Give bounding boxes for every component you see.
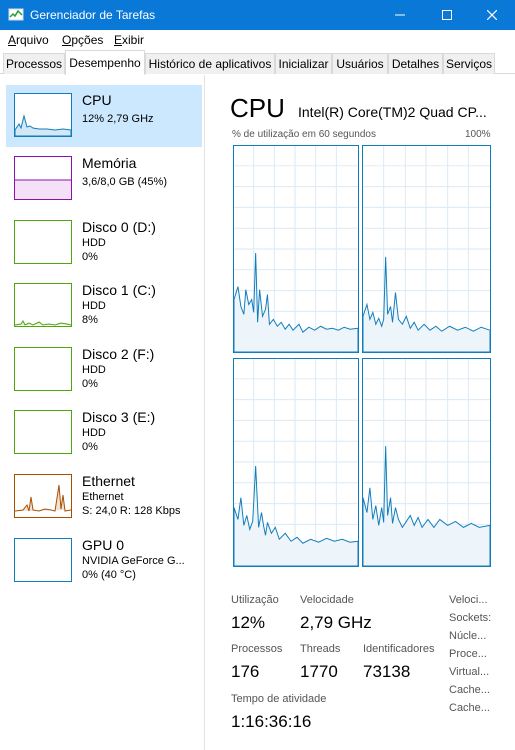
tab-historico[interactable]: Histórico de aplicativos xyxy=(145,53,275,74)
core2-chart xyxy=(363,146,490,352)
maximize-button[interactable] xyxy=(424,0,470,30)
processes-value: 176 xyxy=(231,662,260,681)
logical-processors-label: Proce... xyxy=(449,648,487,660)
sidebar-item-cpu[interactable]: CPU 12% 2,79 GHz xyxy=(6,85,202,147)
sidebar-item-gpu0[interactable]: GPU 0 NVIDIA GeForce G... 0% (40 °C) xyxy=(6,530,202,592)
cpu-thumbnail-graph xyxy=(14,93,72,137)
sidebar-ethernet-name: Ethernet xyxy=(82,473,135,489)
sidebar-disk2-name: Disco 2 (F:) xyxy=(82,346,155,362)
sidebar-gpu0-model: NVIDIA GeForce G... xyxy=(82,555,185,567)
speed-label: Velocidade xyxy=(300,594,354,606)
disk1-mini-chart xyxy=(14,320,72,326)
cpu-core-graph-3 xyxy=(233,358,359,567)
cpu-detail-panel: CPU Intel(R) Core(TM)2 Quad CP... % de u… xyxy=(206,75,515,750)
sidebar-item-disk3[interactable]: Disco 3 (E:) HDD 0% xyxy=(6,402,202,464)
sidebar-disk0-type: HDD xyxy=(82,237,106,249)
ethernet-mini-chart xyxy=(14,484,72,512)
virtualization-label: Virtual... xyxy=(449,666,490,678)
cpu-core-graph-2 xyxy=(362,145,491,353)
cpu-core-graph-4 xyxy=(362,358,491,567)
memory-thumbnail-graph xyxy=(14,156,72,200)
minimize-icon xyxy=(395,14,405,16)
disk2-thumbnail-graph xyxy=(14,347,72,391)
tab-detalhes[interactable]: Detalhes xyxy=(388,53,443,74)
maximize-icon xyxy=(442,10,452,20)
minimize-button[interactable] xyxy=(377,0,423,30)
sidebar-gpu0-usage: 0% (40 °C) xyxy=(82,569,136,581)
memory-mini-chart xyxy=(15,179,71,199)
speed-value: 2,79 GHz xyxy=(300,613,372,632)
core3-chart xyxy=(234,359,358,566)
sidebar-memory-detail: 3,6/8,0 GB (45%) xyxy=(82,176,167,188)
sidebar-disk1-type: HDD xyxy=(82,300,106,312)
sidebar-ethernet-throughput: S: 24,0 R: 128 Kbps xyxy=(82,505,181,517)
sidebar-disk2-type: HDD xyxy=(82,364,106,376)
disk3-thumbnail-graph xyxy=(14,410,72,454)
uptime-label: Tempo de atividade xyxy=(231,693,327,705)
disk1-thumbnail-graph xyxy=(14,283,72,327)
menu-arquivo[interactable]: Arquivo xyxy=(8,33,49,47)
utilization-caption: % de utilização em 60 segundos xyxy=(232,129,376,140)
sidebar-disk2-usage: 0% xyxy=(82,378,98,390)
tab-usuarios[interactable]: Usuários xyxy=(332,53,388,74)
tab-inicializar[interactable]: Inicializar xyxy=(275,53,332,74)
processes-label: Processos xyxy=(231,643,283,655)
sidebar-disk0-name: Disco 0 (D:) xyxy=(82,219,156,235)
sidebar-item-disk1[interactable]: Disco 1 (C:) HDD 8% xyxy=(6,275,202,337)
menu-opcoes[interactable]: Opções xyxy=(62,33,103,47)
menu-bar: Arquivo Opções Exibir xyxy=(0,30,515,50)
resource-sidebar: CPU 12% 2,79 GHz Memória 3,6/8,0 GB (45%… xyxy=(0,75,205,750)
threads-label: Threads xyxy=(300,643,341,655)
menu-exibir[interactable]: Exibir xyxy=(114,33,144,47)
ethernet-thumbnail-graph xyxy=(14,474,72,518)
utilization-value: 12% xyxy=(231,613,266,632)
sidebar-disk0-usage: 0% xyxy=(82,251,98,263)
tab-processos[interactable]: Processos xyxy=(3,53,65,74)
sidebar-ethernet-type: Ethernet xyxy=(82,491,124,503)
uptime-value: 1:16:36:16 xyxy=(231,712,312,731)
sidebar-item-ethernet[interactable]: Ethernet Ethernet S: 24,0 R: 128 Kbps xyxy=(6,466,202,528)
threads-value: 1770 xyxy=(300,662,338,681)
core1-chart xyxy=(234,146,358,352)
sockets-label: Sockets: xyxy=(449,612,492,624)
task-manager-icon xyxy=(8,8,24,21)
sidebar-cpu-name: CPU xyxy=(82,92,112,108)
sidebar-disk1-usage: 8% xyxy=(82,314,98,326)
core4-chart xyxy=(363,359,490,566)
tab-bar: Processos Desempenho Histórico de aplica… xyxy=(0,50,515,75)
cpu-model-name: Intel(R) Core(TM)2 Quad CP... xyxy=(298,104,487,120)
sidebar-disk1-name: Disco 1 (C:) xyxy=(82,282,156,298)
l2-cache-label: Cache... xyxy=(449,702,490,714)
page-title: CPU xyxy=(230,93,285,123)
sidebar-memory-name: Memória xyxy=(82,155,137,171)
sidebar-disk3-type: HDD xyxy=(82,427,106,439)
sidebar-disk3-name: Disco 3 (E:) xyxy=(82,409,156,425)
close-button[interactable] xyxy=(469,0,515,30)
close-icon xyxy=(487,10,497,20)
handles-label: Identificadores xyxy=(363,643,435,655)
cores-label: Núcle... xyxy=(449,630,487,642)
utilization-max-label: 100% xyxy=(465,129,491,140)
cpu-mini-chart xyxy=(14,114,72,137)
cpu-core-graph-1 xyxy=(233,145,359,353)
sidebar-disk3-usage: 0% xyxy=(82,441,98,453)
sidebar-item-memory[interactable]: Memória 3,6/8,0 GB (45%) xyxy=(6,148,202,210)
sidebar-item-disk2[interactable]: Disco 2 (F:) HDD 0% xyxy=(6,339,202,401)
window-title: Gerenciador de Tarefas xyxy=(30,8,156,22)
tab-desempenho[interactable]: Desempenho xyxy=(65,50,145,75)
sidebar-item-disk0[interactable]: Disco 0 (D:) HDD 0% xyxy=(6,212,202,274)
base-speed-label: Veloci... xyxy=(449,594,488,606)
tab-servicos[interactable]: Serviços xyxy=(443,53,495,74)
utilization-label: Utilização xyxy=(231,594,279,606)
disk0-thumbnail-graph xyxy=(14,220,72,264)
gpu0-thumbnail-graph xyxy=(14,538,72,582)
sidebar-gpu0-name: GPU 0 xyxy=(82,537,125,553)
title-bar: Gerenciador de Tarefas xyxy=(0,0,515,30)
handles-value: 73138 xyxy=(363,662,411,681)
sidebar-cpu-detail: 12% 2,79 GHz xyxy=(82,113,154,125)
l1-cache-label: Cache... xyxy=(449,684,490,696)
